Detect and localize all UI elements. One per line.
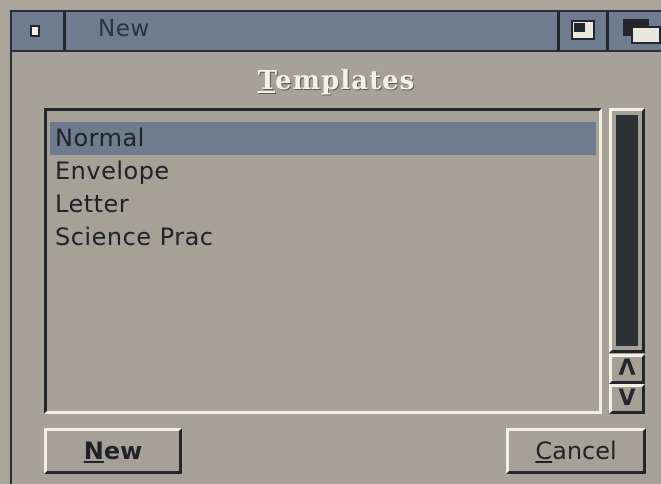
new-button[interactable]: New — [44, 428, 182, 474]
scroll-up-button[interactable]: Λ — [609, 354, 645, 384]
title-bar[interactable]: New — [12, 12, 661, 52]
zoom-gadget-icon — [571, 20, 595, 40]
close-button[interactable] — [12, 12, 66, 50]
list-item-envelope[interactable]: Envelope — [50, 155, 596, 188]
list-item-normal[interactable]: Normal — [50, 122, 596, 155]
templates-heading: Templates — [257, 66, 416, 96]
new-document-window: New Templates Normal Envelope Letter Sci… — [10, 10, 661, 484]
window-title: New — [98, 16, 150, 42]
scrollbar-thumb[interactable] — [616, 115, 638, 346]
cancel-button[interactable]: Cancel — [506, 428, 646, 474]
zoom-button[interactable] — [557, 12, 609, 50]
templates-list[interactable]: Normal Envelope Letter Science Prac — [44, 108, 602, 414]
arrow-down-icon: V — [618, 386, 636, 411]
close-gadget-icon — [30, 25, 40, 37]
scroll-down-button[interactable]: V — [609, 384, 645, 414]
depth-button[interactable] — [609, 12, 661, 50]
scrollbar-track[interactable] — [609, 108, 645, 353]
list-item-letter[interactable]: Letter — [50, 188, 596, 221]
list-item-science-prac[interactable]: Science Prac — [50, 221, 596, 254]
arrow-up-icon: Λ — [618, 356, 636, 381]
